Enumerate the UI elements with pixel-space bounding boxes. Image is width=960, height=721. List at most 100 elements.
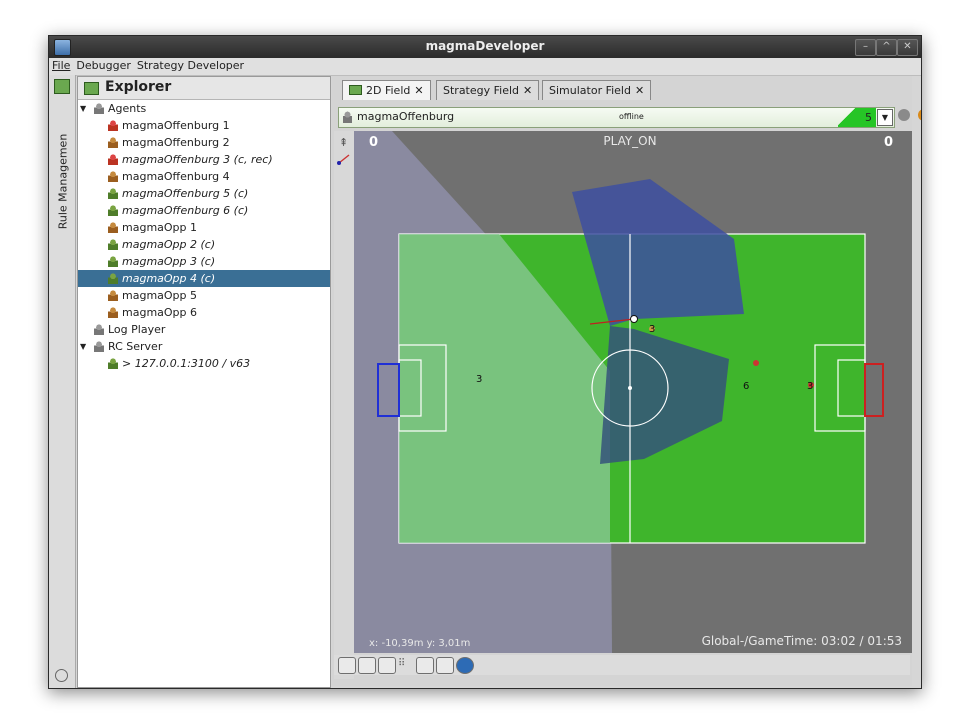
tree-agent-item[interactable]: magmaOpp 2 (c) (78, 236, 330, 253)
tab-strategy-field[interactable]: Strategy Field ✕ (436, 80, 540, 100)
tree-agent-item[interactable]: magmaOpp 4 (c) (78, 270, 330, 287)
cursor-coords: x: -10,39m y: 3,01m (369, 638, 470, 649)
robot-icon (108, 154, 118, 165)
team-green-icon[interactable] (416, 657, 434, 674)
agents-icon (94, 103, 104, 114)
settings-icon[interactable] (55, 669, 68, 682)
menu-strategy-developer[interactable]: Strategy Developer (134, 58, 247, 72)
draw-line-toggle-icon[interactable] (378, 657, 396, 674)
rule-management-tab[interactable]: Rule Managemen (57, 132, 70, 232)
tree-item-label: magmaOpp 6 (122, 306, 198, 319)
agent-icon (343, 111, 352, 123)
tree-agent-item[interactable]: magmaOffenburg 3 (c, rec) (78, 151, 330, 168)
app-window: magmaDeveloper – ^ ✕ File Debugger Strateg… (48, 35, 922, 689)
explorer-panel: Explorer ▼ Agents magmaOffenburg 1 magmaOff… (77, 76, 331, 688)
draw-line-icon[interactable] (337, 153, 351, 165)
tab-2d-field[interactable]: 2D Field ✕ (342, 80, 431, 100)
tree-agents-node[interactable]: ▼ Agents (78, 100, 330, 117)
tree-agent-item[interactable]: magmaOpp 5 (78, 287, 330, 304)
tree-agent-item[interactable]: magmaOpp 6 (78, 304, 330, 321)
brain-icon[interactable] (918, 109, 921, 121)
explorer-title: Explorer (105, 79, 172, 95)
tree-item-label: magmaOffenburg 5 (c) (122, 187, 249, 200)
tree-item-label: Log Player (108, 323, 166, 336)
tree-item-label: magmaOffenburg 4 (122, 170, 230, 183)
robot-icon (108, 171, 118, 182)
robot-icon (108, 205, 118, 216)
maximize-button[interactable]: ^ (876, 39, 897, 56)
pin-icon[interactable]: ⇞ (339, 136, 348, 149)
tree-agent-item[interactable]: magmaOpp 3 (c) (78, 253, 330, 270)
robot-icon (108, 290, 118, 301)
tree-item-label: magmaOffenburg 6 (c) (122, 204, 249, 217)
tree-item-label: magmaOpp 2 (c) (122, 238, 216, 251)
chevron-down-icon[interactable]: ▼ (877, 109, 893, 126)
agent-count-badge: 5 (838, 108, 876, 127)
tree-agent-item[interactable]: magmaOffenburg 5 (c) (78, 185, 330, 202)
score-right: 0 (884, 135, 893, 150)
tree-log-player[interactable]: Log Player (78, 321, 330, 338)
focus-icon[interactable] (358, 657, 376, 674)
log-player-icon (94, 324, 104, 335)
left-tool-strip: Rule Managemen (49, 75, 76, 688)
tree-expand-icon[interactable]: ▼ (80, 338, 86, 355)
player-number: 3 (476, 374, 482, 385)
connection-icon (108, 358, 118, 369)
explorer-toggle-icon[interactable] (54, 79, 70, 94)
tree-item-label: magmaOffenburg 2 (122, 136, 230, 149)
connect-icon[interactable] (898, 109, 910, 121)
info-icon[interactable] (456, 657, 474, 674)
agent-name: magmaOffenburg (357, 110, 455, 123)
robot-icon (108, 239, 118, 250)
menu-debugger[interactable]: Debugger (73, 58, 133, 72)
field-side-tools: ⇞ (334, 131, 354, 679)
tab-simulator-field[interactable]: Simulator Field ✕ (542, 80, 652, 100)
tree-agent-item[interactable]: magmaOffenburg 2 (78, 134, 330, 151)
player-number: 6 (743, 381, 749, 392)
tab-close-icon[interactable]: ✕ (523, 84, 532, 97)
tree-rc-entry[interactable]: > 127.0.0.1:3100 / v63 (78, 355, 330, 372)
close-button[interactable]: ✕ (897, 39, 918, 56)
tree-item-label: Agents (108, 102, 147, 115)
explorer-header: Explorer (78, 77, 330, 100)
robot-icon (108, 256, 118, 267)
robot-icon (108, 222, 118, 233)
field-toolbar: ⠿ (334, 655, 910, 675)
dots-icon[interactable]: ⠿ (398, 658, 405, 669)
tree-agent-item[interactable]: magmaOpp 1 (78, 219, 330, 236)
window-title: magmaDeveloper (425, 39, 545, 53)
tree-item-label: magmaOpp 4 (c) (122, 272, 216, 285)
play-mode: PLAY_ON (603, 134, 656, 148)
tree-item-label: magmaOffenburg 1 (122, 119, 230, 132)
tree-item-label: magmaOpp 1 (122, 221, 198, 234)
game-time: Global-/GameTime: 03:02 / 01:53 (702, 634, 902, 648)
tree-item-label: magmaOffenburg 3 (c, rec) (122, 153, 273, 166)
player-number: 3 (807, 381, 813, 392)
tree-agent-item[interactable]: magmaOffenburg 1 (78, 117, 330, 134)
team-red-icon[interactable] (436, 657, 454, 674)
robot-icon (108, 137, 118, 148)
agent-status: offline (619, 112, 644, 121)
explorer-icon (84, 82, 99, 95)
tree-expand-icon[interactable]: ▼ (80, 100, 86, 117)
tree-agent-item[interactable]: magmaOffenburg 6 (c) (78, 202, 330, 219)
right-goal (864, 363, 884, 417)
title-bar: magmaDeveloper – ^ ✕ (49, 36, 921, 58)
player-marker (753, 360, 759, 366)
tab-close-icon[interactable]: ✕ (635, 84, 644, 97)
tab-close-icon[interactable]: ✕ (414, 84, 423, 97)
tree-item-label: magmaOpp 3 (c) (122, 255, 216, 268)
agent-selector[interactable]: magmaOffenburg offline 5 ▼ (338, 107, 895, 128)
soccer-field-view[interactable]: 3 3 6 3 0 0 PLAY_ON x: -10,39m y: 3,01m … (354, 131, 912, 653)
minimize-button[interactable]: – (855, 39, 876, 56)
explorer-tree: ▼ Agents magmaOffenburg 1 magmaOffenburg 2 m… (78, 100, 330, 372)
field-canvas: 3 3 6 3 0 0 PLAY_ON x: -10,39m y: 3,01m … (354, 131, 902, 653)
player-number: 3 (649, 324, 655, 335)
robot-icon (108, 273, 118, 284)
tree-rc-server[interactable]: ▼ RC Server (78, 338, 330, 355)
robot-icon (108, 188, 118, 199)
tree-agent-item[interactable]: magmaOffenburg 4 (78, 168, 330, 185)
server-icon (94, 341, 104, 352)
menu-file[interactable]: File (49, 58, 73, 72)
view-cone-toggle-icon[interactable] (338, 657, 356, 674)
